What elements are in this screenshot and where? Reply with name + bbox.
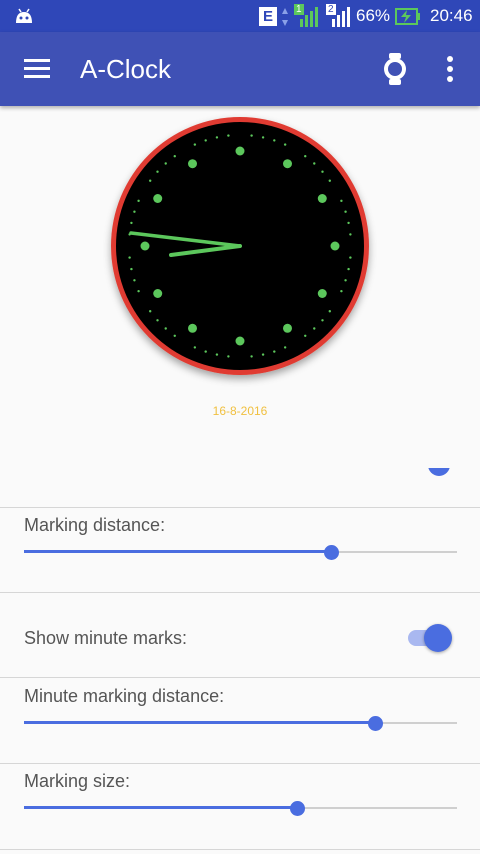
minute-mark [193, 143, 197, 146]
divider [0, 849, 480, 850]
divider [0, 592, 480, 593]
network-type-badge: E [259, 7, 277, 26]
data-arrows-icon [282, 8, 288, 26]
minute-mark [283, 143, 287, 146]
minute-mark [148, 179, 152, 182]
hour-mark [153, 289, 163, 298]
minute-mark [133, 279, 136, 282]
minute-mark [215, 136, 219, 139]
hour-mark [317, 289, 327, 298]
minute-mark [173, 334, 176, 338]
watch-icon[interactable] [380, 52, 410, 86]
minute-mark [128, 256, 131, 259]
minute-mark [164, 327, 167, 330]
minute-mark [273, 350, 276, 353]
analog-clock [111, 117, 369, 375]
marking-distance-slider[interactable] [24, 542, 457, 562]
minute-mark [204, 350, 207, 353]
minute-mark [313, 162, 316, 165]
minute-mark [250, 355, 253, 358]
minute-mark [344, 210, 347, 213]
minute-mark [130, 267, 133, 271]
minute-mark [283, 346, 287, 349]
hour-mark [153, 194, 163, 203]
minute-mark [340, 289, 343, 293]
more-options-icon[interactable] [444, 56, 456, 82]
divider [0, 677, 480, 678]
minute-mark [137, 199, 140, 203]
minute-mark [148, 310, 152, 313]
hour-mark [317, 194, 327, 203]
minute-mark [304, 334, 307, 338]
minute-marking-distance-label: Minute marking distance: [24, 686, 225, 706]
date-label: 16-8-2016 [212, 404, 268, 418]
hour-mark [283, 159, 292, 169]
divider [0, 763, 480, 764]
minute-mark [156, 170, 159, 173]
minute-mark [215, 353, 219, 356]
status-bar: E 1 2 66% 20:46 [0, 0, 480, 32]
show-minute-marks-toggle[interactable] [408, 624, 452, 652]
minute-mark [173, 154, 176, 158]
minute-mark [261, 136, 265, 139]
minute-mark [261, 353, 265, 356]
hour-mark [330, 241, 340, 251]
minute-mark [133, 210, 136, 213]
show-minute-marks-label: Show minute marks: [24, 628, 188, 648]
minute-mark [227, 134, 230, 137]
slider-thumb[interactable] [367, 716, 383, 731]
sim2-signal-icon [332, 7, 350, 27]
minute-mark [250, 134, 253, 137]
divider [0, 507, 480, 508]
minute-mark [328, 310, 332, 313]
minute-mark [349, 233, 352, 236]
android-icon [16, 8, 32, 23]
hour-mark [140, 241, 150, 251]
scrolled-toggle-thumb[interactable] [428, 468, 450, 480]
app-bar: A-Clock [0, 32, 480, 106]
minute-mark [304, 154, 307, 158]
minute-mark [164, 162, 167, 165]
minute-mark [130, 221, 133, 225]
app-title: A-Clock [80, 54, 172, 84]
hour-mark [283, 323, 292, 333]
menu-icon[interactable] [24, 59, 50, 79]
minute-mark [204, 139, 207, 142]
minute-mark [193, 346, 197, 349]
minute-mark [273, 139, 276, 142]
sim1-signal-icon [300, 7, 318, 27]
clock-preview [0, 106, 480, 436]
hour-mark [235, 146, 245, 156]
minute-mark [347, 221, 350, 225]
minute-mark [227, 355, 230, 358]
minute-mark [349, 256, 352, 259]
battery-percent: 66% [356, 6, 391, 25]
marking-size-slider[interactable] [24, 798, 457, 818]
hour-mark [235, 336, 245, 346]
minute-mark [321, 319, 324, 322]
minute-marking-distance-slider[interactable] [24, 713, 457, 733]
clock-time: 20:46 [430, 6, 473, 25]
hour-mark [188, 323, 197, 333]
slider-thumb[interactable] [289, 801, 305, 816]
marking-distance-label: Marking distance: [24, 515, 166, 535]
minute-mark [340, 199, 343, 203]
minute-mark [313, 327, 316, 330]
slider-thumb[interactable] [324, 545, 340, 560]
minute-mark [328, 179, 332, 182]
minute-mark [344, 279, 347, 282]
battery-charging-icon [395, 8, 420, 25]
hour-mark [188, 159, 197, 169]
minute-mark [347, 267, 350, 271]
minute-mark [137, 289, 140, 293]
marking-size-label: Marking size: [24, 771, 131, 791]
minute-mark [321, 170, 324, 173]
minute-mark [156, 319, 159, 322]
